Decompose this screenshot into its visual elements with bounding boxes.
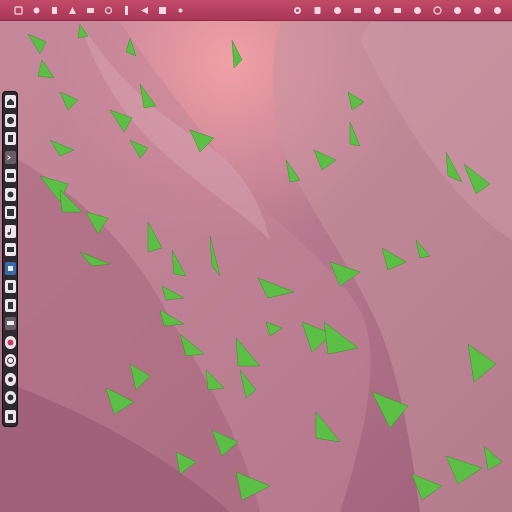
document-icon[interactable] bbox=[4, 132, 16, 146]
photos-icon[interactable] bbox=[4, 206, 16, 220]
desktop-wallpaper bbox=[0, 0, 512, 512]
app-icon[interactable] bbox=[14, 5, 23, 16]
app-icon[interactable] bbox=[50, 5, 59, 16]
panel-left-icons bbox=[14, 4, 185, 16]
app-icon[interactable] bbox=[176, 5, 185, 16]
app-icon[interactable] bbox=[86, 5, 95, 16]
music-icon[interactable] bbox=[4, 224, 16, 238]
chat-icon[interactable] bbox=[353, 5, 362, 16]
power-icon[interactable] bbox=[473, 5, 482, 16]
system-tray bbox=[293, 4, 502, 16]
session-icon[interactable] bbox=[493, 5, 502, 16]
app-icon[interactable] bbox=[68, 5, 77, 16]
calculator-icon[interactable] bbox=[4, 298, 16, 312]
battery-icon[interactable] bbox=[373, 5, 382, 16]
network-icon[interactable] bbox=[293, 5, 302, 16]
home-folder-icon[interactable] bbox=[4, 95, 16, 108]
trash-icon[interactable] bbox=[4, 409, 16, 423]
app-icon[interactable] bbox=[158, 5, 167, 16]
app-icon[interactable] bbox=[122, 5, 131, 16]
browser-icon[interactable] bbox=[4, 113, 16, 127]
text-editor-icon[interactable] bbox=[4, 280, 16, 294]
files-icon[interactable] bbox=[4, 243, 16, 257]
mail-icon[interactable] bbox=[393, 5, 402, 16]
record-icon[interactable] bbox=[4, 335, 16, 349]
monitor-icon[interactable] bbox=[4, 317, 16, 331]
sound-icon[interactable] bbox=[333, 5, 342, 16]
clock-icon[interactable] bbox=[433, 5, 442, 16]
top-panel bbox=[0, 0, 512, 21]
settings-icon[interactable] bbox=[4, 187, 16, 201]
terminal-icon[interactable] bbox=[4, 150, 16, 164]
camera-icon[interactable] bbox=[4, 372, 16, 386]
mail-icon[interactable] bbox=[4, 169, 16, 183]
user-icon[interactable] bbox=[413, 5, 422, 16]
desktop bbox=[0, 0, 512, 512]
disk-icon[interactable] bbox=[4, 391, 16, 405]
app-icon[interactable] bbox=[140, 5, 149, 16]
store-icon[interactable] bbox=[4, 261, 16, 275]
app-icon[interactable] bbox=[104, 5, 113, 16]
app-icon[interactable] bbox=[32, 5, 41, 16]
launcher-dock bbox=[2, 91, 18, 427]
notification-icon[interactable] bbox=[313, 5, 322, 16]
clock-icon[interactable] bbox=[4, 354, 16, 368]
settings-icon[interactable] bbox=[453, 5, 462, 16]
